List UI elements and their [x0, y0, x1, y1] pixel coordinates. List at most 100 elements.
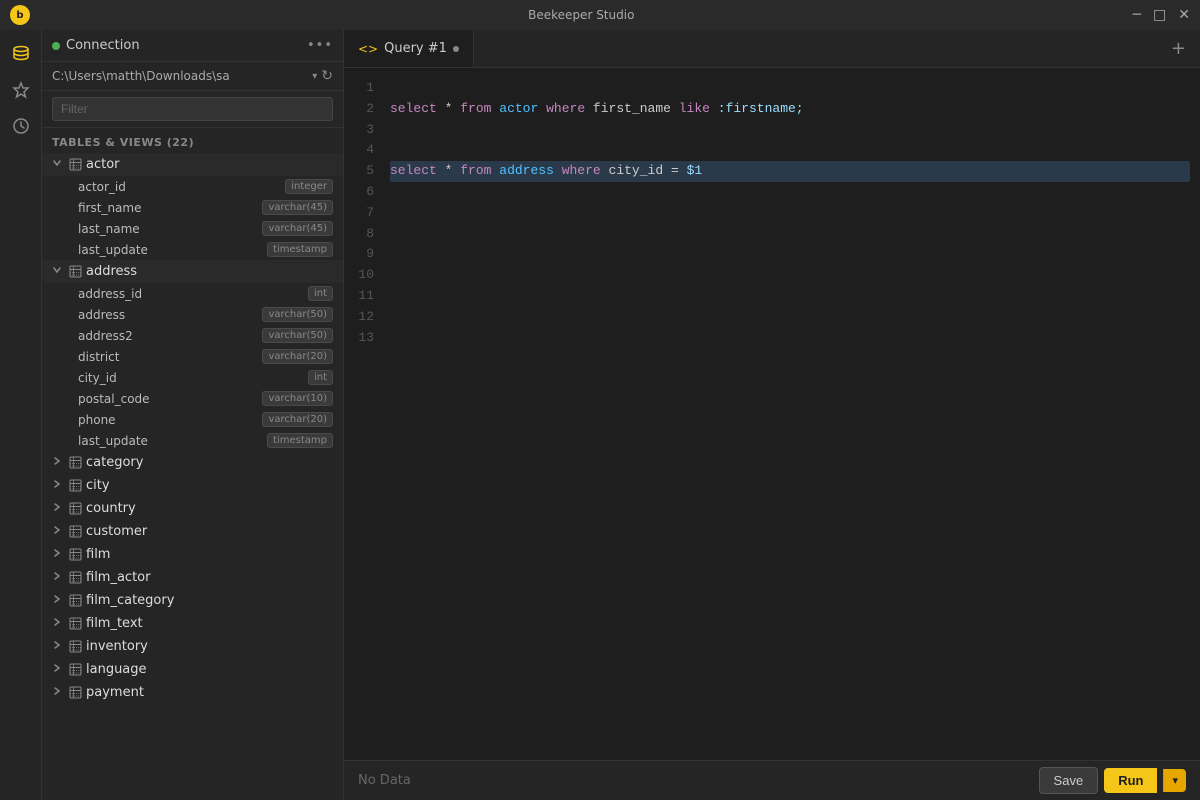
column-type-address_id: int [308, 286, 333, 301]
code-line [390, 224, 1190, 245]
database-nav-button[interactable] [5, 38, 37, 70]
code-line [390, 182, 1190, 203]
table-header-inventory[interactable]: inventory [42, 635, 343, 658]
connection-more-button[interactable]: ••• [307, 38, 333, 53]
line-num-3: 3 [344, 120, 374, 141]
table-header-film_text[interactable]: film_text [42, 612, 343, 635]
column-name-address_id: address_id [78, 287, 302, 301]
table-item-address[interactable]: address address_id int addressvarchar(50)ad… [42, 260, 343, 451]
table-item-inventory[interactable]: inventory [42, 635, 343, 658]
table-header-film_actor[interactable]: film_actor [42, 566, 343, 589]
line-num-6: 6 [344, 182, 374, 203]
line-num-9: 9 [344, 244, 374, 265]
filter-input[interactable] [52, 97, 333, 121]
columns-list-actor: actor_idintegerfirst_namevarchar(45)last… [42, 176, 343, 260]
table-header-address[interactable]: address [42, 260, 343, 283]
column-row-last_update: last_updatetimestamp [56, 430, 343, 451]
connection-status-dot [52, 42, 60, 50]
table-item-category[interactable]: category [42, 451, 343, 474]
query-tab-1[interactable]: <> Query #1 [344, 30, 474, 67]
column-row-address: addressvarchar(50) [56, 304, 343, 325]
table-item-film_actor[interactable]: film_actor [42, 566, 343, 589]
table-item-payment[interactable]: payment [42, 681, 343, 704]
column-row-phone: phonevarchar(20) [56, 409, 343, 430]
table-item-film[interactable]: film [42, 543, 343, 566]
tables-header: TABLES & VIEWS (22) [42, 128, 343, 153]
table-item-actor[interactable]: actoractor_idintegerfirst_namevarchar(45… [42, 153, 343, 260]
line-num-12: 12 [344, 307, 374, 328]
table-grid-icon [68, 548, 82, 562]
column-type-actor_id: integer [285, 179, 333, 194]
table-header-payment[interactable]: payment [42, 681, 343, 704]
run-button[interactable]: Run [1104, 768, 1157, 793]
column-name-postal_code: postal_code [78, 392, 256, 406]
column-type-district: varchar(20) [262, 349, 333, 364]
column-name-first_name: first_name [78, 201, 256, 215]
minimize-button[interactable]: ─ [1133, 7, 1141, 23]
tab-prefix: <> [358, 42, 378, 56]
code-line [390, 78, 1190, 99]
table-name-payment: payment [86, 685, 144, 700]
code-editor[interactable]: select * from actor where first_name lik… [384, 68, 1200, 760]
table-header-category[interactable]: category [42, 451, 343, 474]
table-item-customer[interactable]: customer [42, 520, 343, 543]
column-name-actor_id: actor_id [78, 180, 279, 194]
close-button[interactable]: ✕ [1178, 7, 1190, 23]
code-line [390, 286, 1190, 307]
table-header-film[interactable]: film [42, 543, 343, 566]
table-name-film: film [86, 547, 110, 562]
table-item-film_text[interactable]: film_text [42, 612, 343, 635]
table-grid-icon [68, 617, 82, 631]
history-nav-button[interactable] [5, 110, 37, 142]
line-num-8: 8 [344, 224, 374, 245]
code-line [390, 203, 1190, 224]
table-name-customer: customer [86, 524, 147, 539]
column-row-last_name: last_namevarchar(45) [56, 218, 343, 239]
table-name-category: category [86, 455, 143, 470]
table-grid-icon [68, 571, 82, 585]
run-dropdown-button[interactable]: ▾ [1163, 769, 1186, 792]
code-line: select * from address where city_id = $1 [390, 161, 1190, 182]
chevron-payment-icon [52, 686, 64, 699]
line-num-10: 10 [344, 265, 374, 286]
connection-label: Connection [66, 38, 301, 53]
save-button[interactable]: Save [1039, 767, 1099, 794]
table-name-address: address [86, 264, 137, 279]
table-item-language[interactable]: language [42, 658, 343, 681]
table-header-actor[interactable]: actor [42, 153, 343, 176]
table-item-country[interactable]: country [42, 497, 343, 520]
bottom-bar: No Data Save Run ▾ [344, 760, 1200, 800]
chevron-customer-icon [52, 525, 64, 538]
table-header-city[interactable]: city [42, 474, 343, 497]
line-num-11: 11 [344, 286, 374, 307]
line-num-4: 4 [344, 140, 374, 161]
table-item-film_category[interactable]: film_category [42, 589, 343, 612]
table-grid-icon [68, 640, 82, 654]
line-num-7: 7 [344, 203, 374, 224]
table-header-language[interactable]: language [42, 658, 343, 681]
right-panel: <> Query #1 + 12345678910111213 select *… [344, 30, 1200, 800]
left-panel: Connection ••• C:\Users\matth\Downloads\… [42, 30, 344, 800]
table-name-film_actor: film_actor [86, 570, 150, 585]
table-grid-icon [68, 525, 82, 539]
column-row-address_id: address_id int [56, 283, 343, 304]
icon-sidebar [0, 30, 42, 800]
favorites-nav-button[interactable] [5, 74, 37, 106]
title-bar: b Beekeeper Studio ─ □ ✕ [0, 0, 1200, 30]
line-num-2: 2 [344, 99, 374, 120]
app-logo: b [10, 5, 30, 25]
table-item-city[interactable]: city [42, 474, 343, 497]
tab-modified-dot [453, 46, 459, 52]
table-grid-icon [68, 686, 82, 700]
maximize-button[interactable]: □ [1153, 7, 1166, 23]
table-header-film_category[interactable]: film_category [42, 589, 343, 612]
table-header-customer[interactable]: customer [42, 520, 343, 543]
refresh-button[interactable]: ↻ [321, 68, 333, 84]
chevron-film_text-icon [52, 617, 64, 630]
main-layout: Connection ••• C:\Users\matth\Downloads\… [0, 30, 1200, 800]
table-header-country[interactable]: country [42, 497, 343, 520]
add-tab-button[interactable]: + [1157, 30, 1200, 67]
line-numbers: 12345678910111213 [344, 68, 384, 760]
chevron-inventory-icon [52, 640, 64, 653]
tabs-bar: <> Query #1 + [344, 30, 1200, 68]
